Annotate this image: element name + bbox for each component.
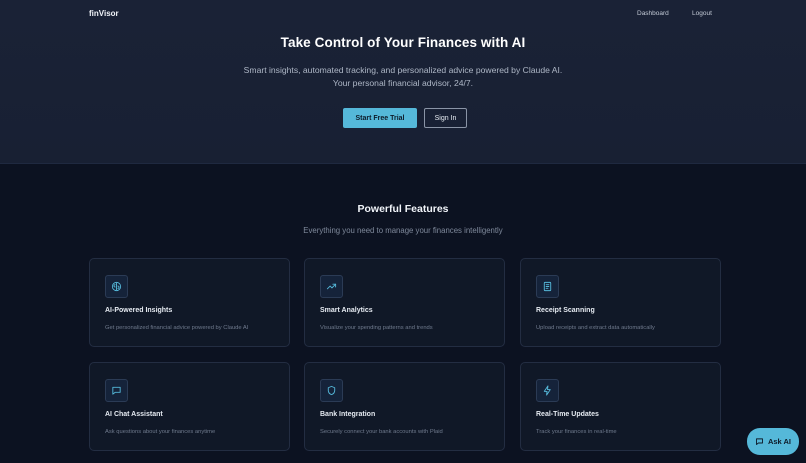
trending-up-icon <box>320 275 343 298</box>
card-title: AI-Powered Insights <box>105 307 173 314</box>
hero-title: Take Control of Your Finances with AI <box>280 35 526 50</box>
feature-card-smart-analytics: Smart Analytics Visualize your spending … <box>304 258 505 347</box>
card-description: Track your finances in real-time <box>536 429 617 435</box>
features-subtitle: Everything you need to manage your finan… <box>303 226 503 235</box>
feature-card-real-time-updates: Real-Time Updates Track your finances in… <box>520 362 721 451</box>
card-title: Bank Integration <box>320 411 376 418</box>
card-description: Visualize your spending patterns and tre… <box>320 325 433 331</box>
hero-section: finVisor Dashboard Logout Take Control o… <box>0 0 806 164</box>
card-description: Securely connect your bank accounts with… <box>320 429 443 435</box>
app-logo[interactable]: finVisor <box>89 9 119 18</box>
feature-card-bank-integration: Bank Integration Securely connect your b… <box>304 362 505 451</box>
card-title: AI Chat Assistant <box>105 411 163 418</box>
chat-bubble-icon <box>105 379 128 402</box>
nav-link-dashboard[interactable]: Dashboard <box>637 10 669 17</box>
sign-in-button[interactable]: Sign In <box>424 108 467 128</box>
chat-bubble-icon <box>756 438 763 445</box>
receipt-icon <box>536 275 559 298</box>
nav-link-logout[interactable]: Logout <box>692 10 712 17</box>
feature-card-receipt-scanning: Receipt Scanning Upload receipts and ext… <box>520 258 721 347</box>
card-description: Upload receipts and extract data automat… <box>536 325 655 331</box>
lightning-icon <box>536 379 559 402</box>
card-description: Ask questions about your finances anytim… <box>105 429 216 435</box>
feature-card-ai-insights: AI-Powered Insights Get personalized fin… <box>89 258 290 347</box>
brain-icon <box>105 275 128 298</box>
hero-subtitle-line-1: Smart insights, automated tracking, and … <box>243 65 563 75</box>
ask-ai-label: Ask AI <box>767 437 792 446</box>
hero-subtitle: Smart insights, automated tracking, and … <box>0 64 806 90</box>
card-description: Get personalized financial advice powere… <box>105 325 249 331</box>
feature-card-ai-chat: AI Chat Assistant Ask questions about yo… <box>89 362 290 451</box>
features-title: Powerful Features <box>357 203 449 215</box>
start-free-trial-button[interactable]: Start Free Trial <box>343 108 417 128</box>
shield-icon <box>320 379 343 402</box>
card-title: Receipt Scanning <box>536 307 595 314</box>
hero-subtitle-line-2: Your personal financial advisor, 24/7. <box>332 78 474 88</box>
card-title: Real-Time Updates <box>536 411 599 418</box>
card-title: Smart Analytics <box>320 307 373 314</box>
ask-ai-button[interactable]: Ask AI <box>747 428 799 455</box>
